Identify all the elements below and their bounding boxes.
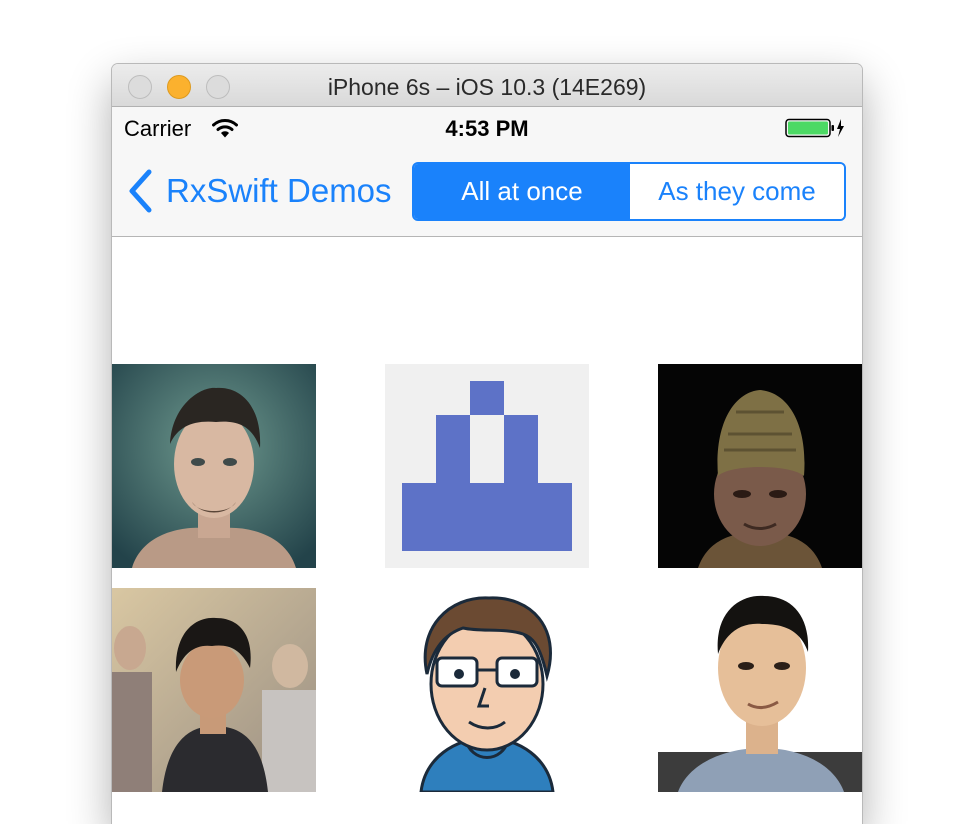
photo-avatar[interactable] xyxy=(112,588,316,792)
window-title: iPhone 6s – iOS 10.3 (14E269) xyxy=(327,74,647,100)
status-bar: Carrier 4:53 PM xyxy=(112,107,862,149)
photo-avatar[interactable] xyxy=(112,364,316,568)
segment-all-at-once[interactable]: All at once xyxy=(414,164,630,219)
back-button[interactable]: RxSwift Demos xyxy=(126,168,392,214)
navigation-bar: RxSwift Demos All at once As they come xyxy=(112,149,862,237)
chevron-left-icon xyxy=(129,169,152,213)
identicon-avatar[interactable] xyxy=(385,364,589,568)
helmet-soldier-avatar[interactable] xyxy=(658,364,862,568)
segmented-control: All at once As they come xyxy=(412,162,846,221)
cartoon-avatar[interactable] xyxy=(385,588,589,792)
battery-icon xyxy=(785,118,844,138)
image-grid xyxy=(112,237,862,824)
photo-avatar[interactable] xyxy=(658,588,862,792)
title-bar: iPhone 6s – iOS 10.3 (14E269) xyxy=(112,64,862,107)
segment-as-they-come[interactable]: As they come xyxy=(630,164,844,219)
simulator-window: iPhone 6s – iOS 10.3 (14E269) Carrier 4:… xyxy=(112,64,862,824)
back-button-label: RxSwift Demos xyxy=(166,172,392,209)
status-time: 4:53 PM xyxy=(445,116,529,141)
